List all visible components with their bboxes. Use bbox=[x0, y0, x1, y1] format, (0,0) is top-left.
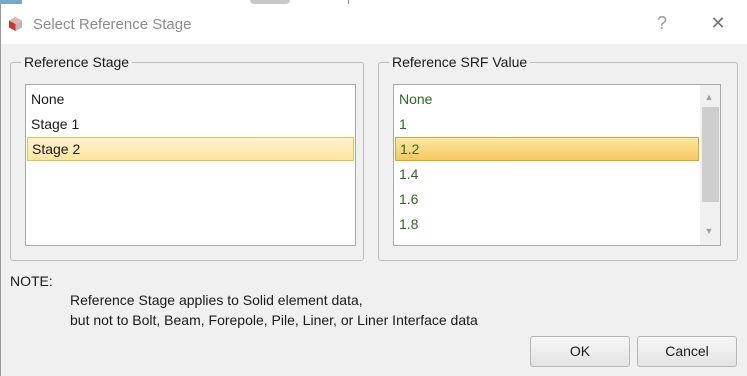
app-cube-icon bbox=[9, 17, 22, 31]
reference-srf-group: Reference SRF Value None 1 1.2 1.4 1.6 1… bbox=[378, 53, 738, 261]
reference-stage-group: Reference Stage None Stage 1 Stage 2 bbox=[10, 53, 364, 261]
close-button[interactable]: ✕ bbox=[708, 13, 728, 35]
list-item[interactable]: None bbox=[395, 87, 699, 111]
note-label: NOTE: bbox=[10, 273, 53, 289]
list-item-selected[interactable]: Stage 2 bbox=[27, 137, 354, 161]
note-line-2: but not to Bolt, Beam, Forepole, Pile, L… bbox=[70, 312, 478, 328]
srf-scrollbar[interactable]: ▲ ▼ bbox=[700, 85, 720, 245]
reference-srf-listbox[interactable]: None 1 1.2 1.4 1.6 1.8 ▲ ▼ bbox=[393, 84, 721, 246]
list-item[interactable]: 1 bbox=[395, 112, 699, 136]
cancel-button[interactable]: Cancel bbox=[637, 336, 737, 367]
window-title: Select Reference Stage bbox=[33, 16, 192, 33]
ok-button[interactable]: OK bbox=[530, 336, 630, 367]
reference-stage-label: Reference Stage bbox=[21, 53, 133, 71]
list-item[interactable]: 1.6 bbox=[395, 187, 699, 211]
scroll-up-arrow-icon[interactable]: ▲ bbox=[700, 87, 718, 107]
list-item-selected[interactable]: 1.2 bbox=[395, 137, 699, 161]
list-item[interactable]: None bbox=[27, 87, 354, 111]
list-item[interactable]: Stage 1 bbox=[27, 112, 354, 136]
select-reference-stage-dialog: Select Reference Stage ? ✕ Reference Sta… bbox=[0, 4, 747, 376]
reference-stage-listbox[interactable]: None Stage 1 Stage 2 bbox=[25, 84, 356, 246]
title-bar[interactable]: Select Reference Stage ? ✕ bbox=[1, 4, 747, 44]
help-button[interactable]: ? bbox=[653, 13, 671, 35]
reference-srf-label: Reference SRF Value bbox=[389, 53, 531, 71]
scroll-down-arrow-icon[interactable]: ▼ bbox=[700, 221, 718, 241]
list-item[interactable]: 1.4 bbox=[395, 162, 699, 186]
note-line-1: Reference Stage applies to Solid element… bbox=[70, 292, 363, 308]
scroll-thumb[interactable] bbox=[702, 107, 719, 202]
list-item[interactable]: 1.8 bbox=[395, 212, 699, 236]
